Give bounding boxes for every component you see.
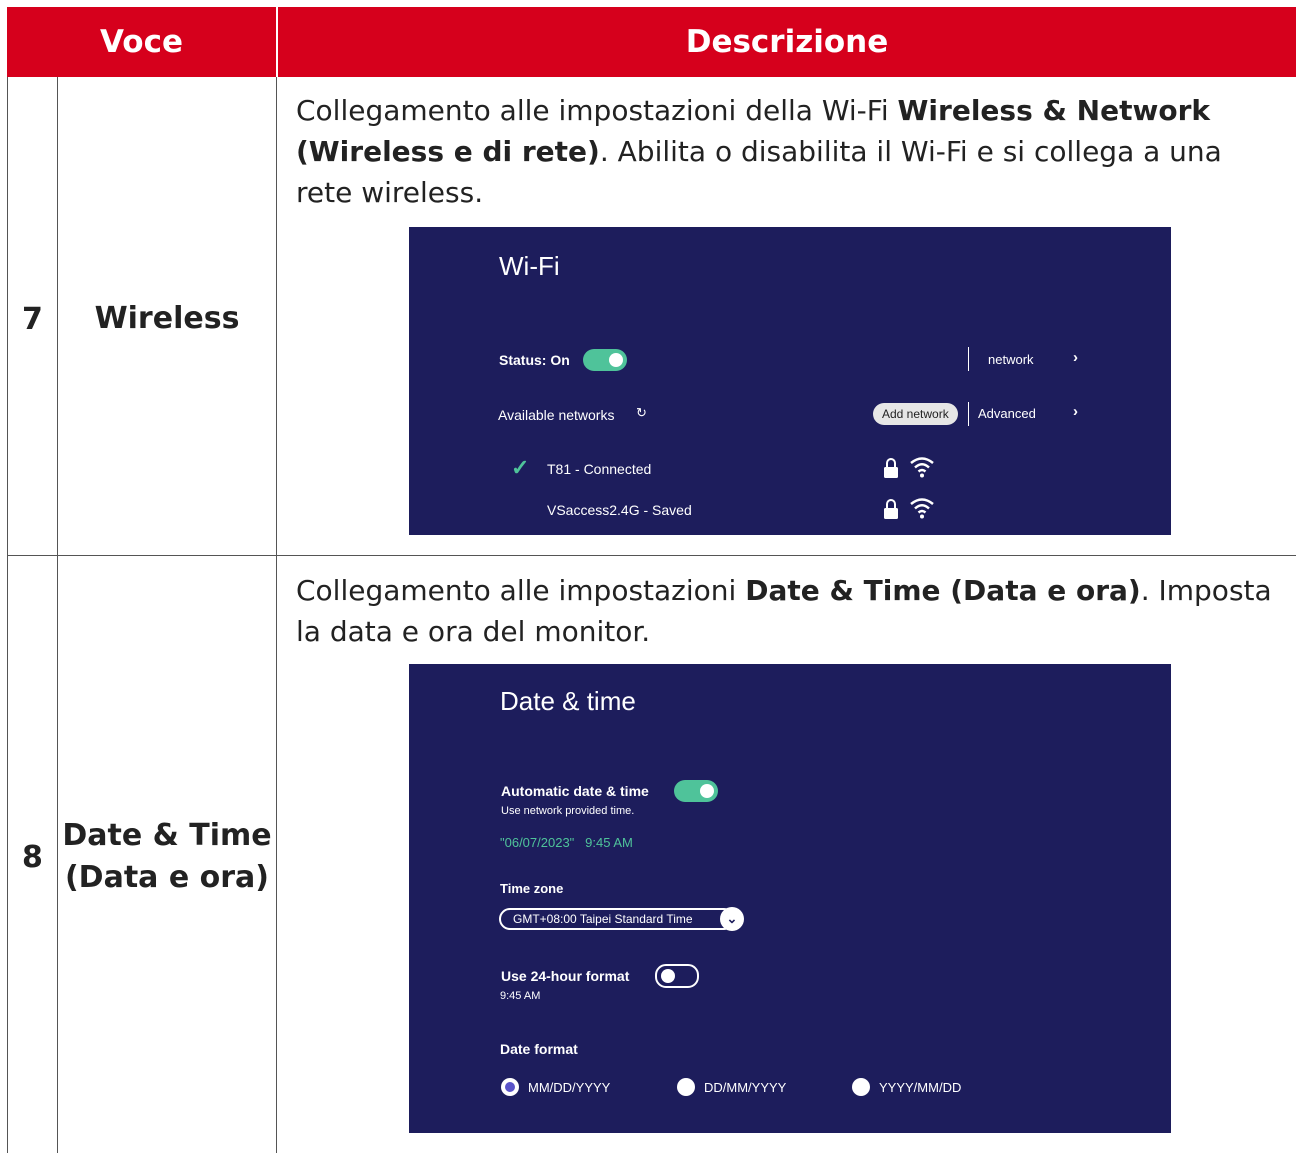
row-name-line: Date & Time [62, 818, 272, 853]
wifi-toggle[interactable] [583, 349, 627, 371]
radio-label: DD/MM/YYYY [704, 1080, 787, 1095]
header-description: Descrizione [278, 7, 1296, 77]
document-page: Voce Descrizione 7 Wireless Collegamento… [0, 0, 1296, 1153]
date-format-label: Date format [500, 1041, 578, 1057]
radio-mm-dd-yyyy[interactable] [501, 1078, 519, 1096]
separator [968, 402, 969, 426]
auto-datetime-toggle[interactable] [674, 780, 718, 802]
24h-format-sub: 9:45 AM [500, 990, 541, 1002]
chevron-right-icon[interactable]: › [1073, 403, 1078, 420]
table-divider-number [57, 77, 58, 1153]
auto-datetime-sub: Use network provided time. [501, 805, 635, 817]
desc-text: Collegamento alle impostazioni della Wi-… [296, 94, 898, 127]
refresh-icon[interactable]: ↻ [636, 405, 647, 421]
wifi-settings-screenshot: Wi-Fi Status: On network › Available net… [409, 227, 1171, 535]
add-network-button[interactable]: Add network [873, 403, 958, 425]
chevron-right-icon[interactable]: › [1073, 349, 1078, 366]
radio-dd-mm-yyyy[interactable] [677, 1078, 695, 1096]
radio-label: YYYY/MM/DD [879, 1080, 962, 1095]
timezone-select[interactable]: GMT+08:00 Taipei Standard Time [499, 908, 735, 930]
datetime-settings-screenshot: Date & time Automatic date & time Use ne… [409, 664, 1171, 1133]
desc-bold: Date & Time (Data e ora) [745, 574, 1141, 607]
current-datetime: "06/07/2023" 9:45 AM [500, 835, 633, 850]
lock-icon [884, 458, 898, 478]
radio-label: MM/DD/YYYY [528, 1080, 611, 1095]
network-name: VSaccess2.4G [547, 502, 640, 518]
row-name: Date & Time (Data e ora) [58, 815, 276, 899]
header-item: Voce [7, 7, 276, 77]
wifi-title: Wi-Fi [499, 251, 560, 281]
auto-datetime-label: Automatic date & time [501, 783, 649, 799]
wifi-signal-icon [910, 457, 934, 478]
wifi-signal-icon [910, 498, 934, 519]
row-number: 7 [22, 302, 43, 337]
network-status: - Saved [643, 502, 692, 518]
timezone-label: Time zone [500, 881, 564, 896]
status-label: Status: On [499, 352, 570, 368]
lock-icon [884, 499, 898, 519]
check-icon: ✓ [511, 455, 530, 480]
network-status: - Connected [575, 461, 652, 477]
network-name: T81 [547, 461, 572, 477]
desc-text: Collegamento alle impostazioni [296, 574, 746, 607]
24h-format-toggle[interactable] [655, 964, 699, 988]
table-border-left [7, 77, 8, 1153]
advanced-link[interactable]: Advanced [978, 406, 1036, 421]
row-name: Wireless [94, 301, 240, 336]
chevron-down-icon[interactable]: ⌄ [720, 907, 744, 931]
table-divider-description [276, 77, 277, 1153]
separator [968, 347, 969, 371]
radio-yyyy-mm-dd[interactable] [852, 1078, 870, 1096]
row-number: 8 [22, 840, 43, 875]
network-item[interactable]: VSaccess2.4G - Saved [547, 502, 692, 518]
network-label[interactable]: network [988, 352, 1034, 367]
datetime-title: Date & time [500, 686, 636, 716]
header-item-label: Voce [100, 24, 183, 60]
row-description: Collegamento alle impostazioni della Wi-… [296, 90, 1276, 213]
24h-format-label: Use 24-hour format [501, 968, 630, 984]
available-networks-label: Available networks [498, 407, 615, 423]
row-name-line: (Data e ora) [64, 860, 270, 895]
table-row-divider [7, 555, 1296, 556]
network-item[interactable]: T81 - Connected [547, 461, 651, 477]
timezone-value: GMT+08:00 Taipei Standard Time [513, 912, 693, 926]
header-description-label: Descrizione [685, 24, 889, 60]
row-description: Collegamento alle impostazioni Date & Ti… [296, 570, 1276, 652]
